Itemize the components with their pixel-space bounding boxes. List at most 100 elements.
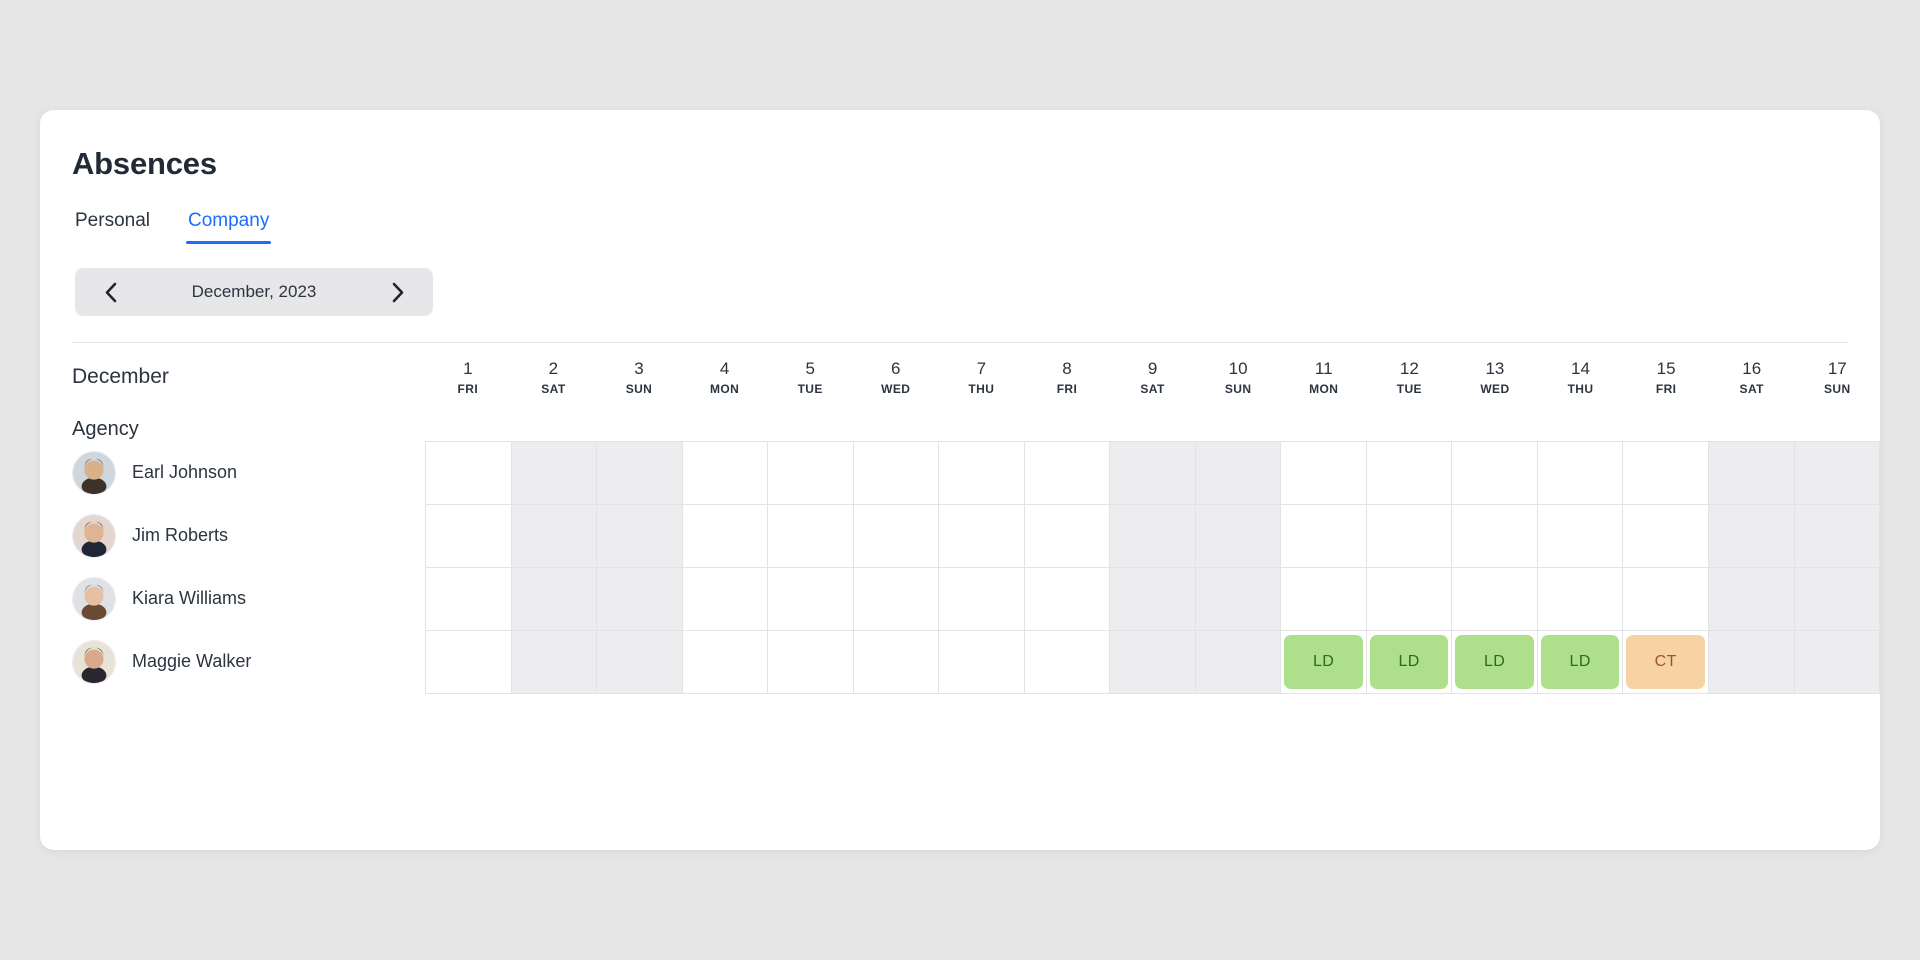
- grid-cell[interactable]: [853, 442, 940, 505]
- grid-cell[interactable]: [1537, 568, 1624, 631]
- grid-cell[interactable]: [1794, 568, 1880, 631]
- day-header[interactable]: 2 SAT: [511, 343, 597, 396]
- grid-cell[interactable]: [511, 631, 598, 694]
- day-header[interactable]: 10 SUN: [1195, 343, 1281, 396]
- day-header[interactable]: 5 TUE: [767, 343, 853, 396]
- grid-cell[interactable]: [1024, 631, 1111, 694]
- day-header[interactable]: 6 WED: [853, 343, 939, 396]
- grid-cell[interactable]: [1708, 568, 1795, 631]
- grid-cell[interactable]: [597, 442, 683, 505]
- grid-cell[interactable]: [426, 505, 512, 568]
- grid-cell[interactable]: [682, 442, 769, 505]
- day-header[interactable]: 12 TUE: [1367, 343, 1453, 396]
- grid-cell[interactable]: [1195, 568, 1282, 631]
- grid-cell[interactable]: [1537, 442, 1624, 505]
- grid-cell[interactable]: [1110, 631, 1196, 694]
- grid-cell[interactable]: [853, 631, 940, 694]
- grid-cell[interactable]: [1281, 442, 1367, 505]
- grid-cell[interactable]: [1794, 631, 1880, 694]
- day-header[interactable]: 13 WED: [1452, 343, 1538, 396]
- grid-cell[interactable]: [597, 568, 683, 631]
- grid-cell[interactable]: [1452, 442, 1538, 505]
- grid-cell[interactable]: [1452, 568, 1538, 631]
- grid-cell[interactable]: [1366, 442, 1453, 505]
- absence-badge[interactable]: LD: [1455, 635, 1534, 689]
- day-header[interactable]: 14 THU: [1538, 343, 1624, 396]
- grid-cell[interactable]: [1623, 568, 1709, 631]
- grid-cell[interactable]: [768, 631, 854, 694]
- day-header[interactable]: 3 SUN: [596, 343, 682, 396]
- grid-cell[interactable]: [1366, 568, 1453, 631]
- grid-cell[interactable]: [597, 505, 683, 568]
- grid-cell[interactable]: [1024, 568, 1111, 631]
- grid-cell[interactable]: [426, 568, 512, 631]
- day-header[interactable]: 15 FRI: [1623, 343, 1709, 396]
- grid-cell[interactable]: [939, 568, 1025, 631]
- grid-cell[interactable]: LD: [1537, 631, 1624, 694]
- day-header[interactable]: 8 FRI: [1024, 343, 1110, 396]
- day-header[interactable]: 17 SUN: [1795, 343, 1881, 396]
- absence-badge[interactable]: LD: [1284, 635, 1363, 689]
- grid-cell[interactable]: [1110, 442, 1196, 505]
- grid-cell[interactable]: [939, 505, 1025, 568]
- grid-cell[interactable]: [682, 568, 769, 631]
- grid-cell[interactable]: [1366, 505, 1453, 568]
- grid-cell[interactable]: [1195, 442, 1282, 505]
- grid-cell[interactable]: [768, 568, 854, 631]
- grid-cell[interactable]: [682, 631, 769, 694]
- person-row[interactable]: Kiara Williams: [40, 567, 425, 630]
- day-number: 17: [1827, 359, 1847, 378]
- grid-cell[interactable]: [1708, 505, 1795, 568]
- grid-cell[interactable]: LD: [1452, 631, 1538, 694]
- grid-cell[interactable]: [1537, 505, 1624, 568]
- tab-company[interactable]: Company: [185, 210, 272, 244]
- grid-cell[interactable]: [1195, 505, 1282, 568]
- day-number: 8: [1062, 359, 1072, 378]
- grid-cell[interactable]: [511, 505, 598, 568]
- grid-cell[interactable]: [853, 505, 940, 568]
- grid-cell[interactable]: [1110, 505, 1196, 568]
- grid-cell[interactable]: [768, 442, 854, 505]
- grid-cell[interactable]: [1794, 505, 1880, 568]
- day-header[interactable]: 4 MON: [682, 343, 768, 396]
- chevron-left-icon[interactable]: [97, 279, 123, 305]
- grid-cell[interactable]: [682, 505, 769, 568]
- absence-badge[interactable]: LD: [1540, 635, 1620, 689]
- grid-cell[interactable]: [1794, 442, 1880, 505]
- absence-badge[interactable]: LD: [1369, 635, 1449, 689]
- grid-cell[interactable]: [1452, 505, 1538, 568]
- grid-cell[interactable]: [1623, 505, 1709, 568]
- grid-cell[interactable]: [853, 568, 940, 631]
- grid-cell[interactable]: [1024, 442, 1111, 505]
- grid-cell[interactable]: [939, 631, 1025, 694]
- day-header[interactable]: 7 THU: [939, 343, 1025, 396]
- grid-cell[interactable]: [768, 505, 854, 568]
- tab-personal[interactable]: Personal: [75, 210, 150, 244]
- grid-cell[interactable]: [597, 631, 683, 694]
- day-header[interactable]: 9 SAT: [1110, 343, 1196, 396]
- person-row[interactable]: Jim Roberts: [40, 504, 425, 567]
- grid-cell[interactable]: [1281, 505, 1367, 568]
- grid-cell[interactable]: [426, 442, 512, 505]
- grid-cell[interactable]: LD: [1281, 631, 1367, 694]
- chevron-right-icon[interactable]: [385, 279, 411, 305]
- grid-cell[interactable]: [426, 631, 512, 694]
- absence-badge[interactable]: CT: [1626, 635, 1705, 689]
- person-row[interactable]: Earl Johnson: [40, 441, 425, 504]
- grid-cell[interactable]: [939, 442, 1025, 505]
- grid-cell[interactable]: [1110, 568, 1196, 631]
- grid-cell[interactable]: [1708, 631, 1795, 694]
- grid-cell[interactable]: LD: [1366, 631, 1453, 694]
- grid-cell[interactable]: [511, 568, 598, 631]
- day-header[interactable]: 1 FRI: [425, 343, 511, 396]
- grid-cell[interactable]: [1195, 631, 1282, 694]
- grid-cell[interactable]: [1708, 442, 1795, 505]
- grid-cell[interactable]: [1623, 442, 1709, 505]
- grid-cell[interactable]: [1281, 568, 1367, 631]
- day-header[interactable]: 11 MON: [1281, 343, 1367, 396]
- grid-cell[interactable]: [511, 442, 598, 505]
- grid-cell[interactable]: CT: [1623, 631, 1709, 694]
- grid-cell[interactable]: [1024, 505, 1111, 568]
- person-row[interactable]: Maggie Walker: [40, 630, 425, 693]
- day-header[interactable]: 16 SAT: [1709, 343, 1795, 396]
